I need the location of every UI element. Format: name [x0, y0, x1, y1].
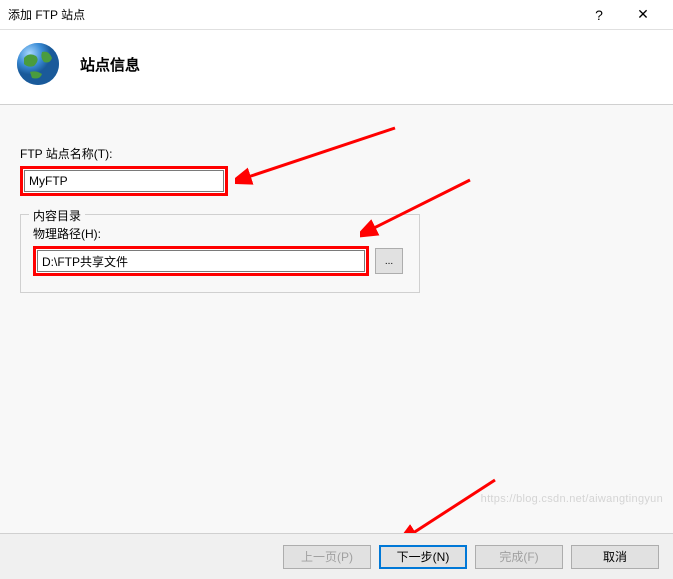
watermark-text: https://blog.csdn.net/aiwangtingyun	[481, 493, 663, 505]
finish-button: 完成(F)	[475, 545, 563, 569]
physical-path-highlight	[33, 246, 369, 276]
wizard-title: 站点信息	[80, 54, 140, 75]
next-button[interactable]: 下一步(N)	[379, 545, 467, 569]
wizard-header: 站点信息	[0, 30, 673, 105]
site-name-label: FTP 站点名称(T):	[20, 145, 653, 162]
titlebar-controls: ? ✕	[577, 0, 665, 30]
browse-button[interactable]: ...	[375, 248, 403, 274]
physical-path-label: 物理路径(H):	[33, 225, 407, 242]
help-button[interactable]: ?	[577, 0, 621, 30]
wizard-footer: 上一页(P) 下一步(N) 完成(F) 取消	[0, 533, 673, 579]
prev-button: 上一页(P)	[283, 545, 371, 569]
site-name-highlight	[20, 166, 228, 196]
site-name-field: FTP 站点名称(T):	[20, 145, 653, 196]
globe-icon	[14, 40, 62, 88]
physical-path-input[interactable]	[37, 250, 365, 272]
close-button[interactable]: ✕	[621, 0, 665, 30]
cancel-button[interactable]: 取消	[571, 545, 659, 569]
content-dir-fieldset: 内容目录 物理路径(H): ...	[20, 214, 420, 293]
site-name-input[interactable]	[24, 170, 224, 192]
content-dir-legend: 内容目录	[29, 207, 85, 224]
titlebar: 添加 FTP 站点 ? ✕	[0, 0, 673, 30]
physical-path-row: ...	[33, 246, 407, 276]
window-title: 添加 FTP 站点	[8, 6, 577, 23]
wizard-content: FTP 站点名称(T): 内容目录 物理路径(H): ... https://b…	[0, 105, 673, 557]
